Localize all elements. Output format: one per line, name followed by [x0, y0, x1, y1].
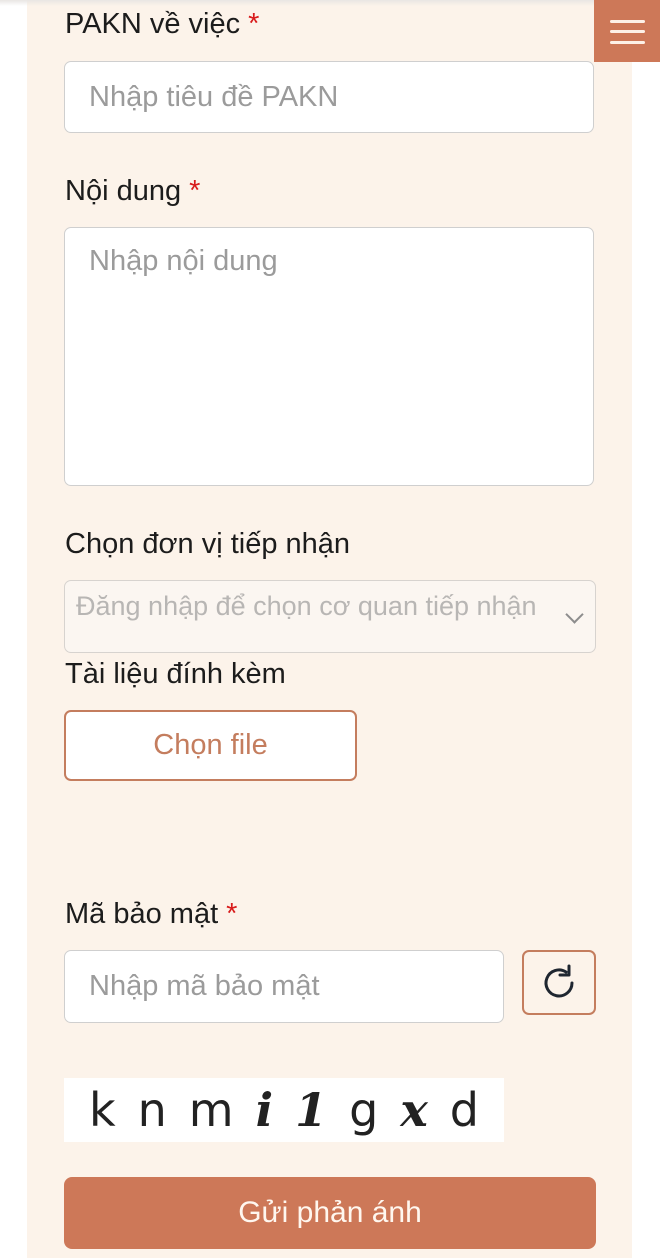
captcha-char: 1 [295, 1083, 328, 1137]
submit-button[interactable]: Gửi phản ánh [64, 1177, 596, 1249]
required-mark: * [248, 8, 260, 40]
security-code-input[interactable] [64, 950, 504, 1023]
attachment-label: Tài liệu đính kèm [65, 658, 286, 690]
security-code-label-text: Mã bảo mật [65, 898, 219, 930]
content-label-text: Nội dung [65, 175, 182, 207]
subject-input[interactable] [64, 61, 594, 133]
captcha-char: i [255, 1083, 274, 1137]
receiver-label: Chọn đơn vị tiếp nhận [65, 528, 351, 560]
receiver-select[interactable]: Đăng nhập để chọn cơ quan tiếp nhận [64, 580, 596, 653]
menu-button[interactable] [594, 0, 660, 62]
captcha-char: d [449, 1083, 479, 1137]
captcha-char: n [137, 1083, 167, 1137]
menu-bar [610, 30, 645, 33]
refresh-icon [544, 964, 574, 997]
captcha-char: x [400, 1083, 428, 1137]
choose-file-button[interactable]: Chọn file [64, 710, 357, 781]
top-shadow [0, 0, 660, 6]
captcha-image: knmi1gxd [64, 1078, 504, 1142]
required-mark: * [189, 175, 201, 207]
content-label: Nội dung * [65, 174, 200, 208]
subject-label-text: PAKN về việc [65, 8, 241, 40]
menu-bar [610, 20, 645, 23]
chevron-down-icon [565, 605, 584, 624]
captcha-char: m [188, 1083, 234, 1137]
refresh-captcha-button[interactable] [522, 950, 596, 1015]
subject-label: PAKN về việc * [65, 7, 259, 41]
content-textarea[interactable] [64, 227, 594, 486]
security-code-label: Mã bảo mật * [65, 897, 237, 931]
required-mark: * [226, 898, 238, 930]
captcha-char: g [349, 1083, 379, 1137]
receiver-select-placeholder: Đăng nhập để chọn cơ quan tiếp nhận [76, 591, 537, 621]
menu-bar [610, 41, 645, 44]
captcha-char: k [89, 1083, 116, 1137]
